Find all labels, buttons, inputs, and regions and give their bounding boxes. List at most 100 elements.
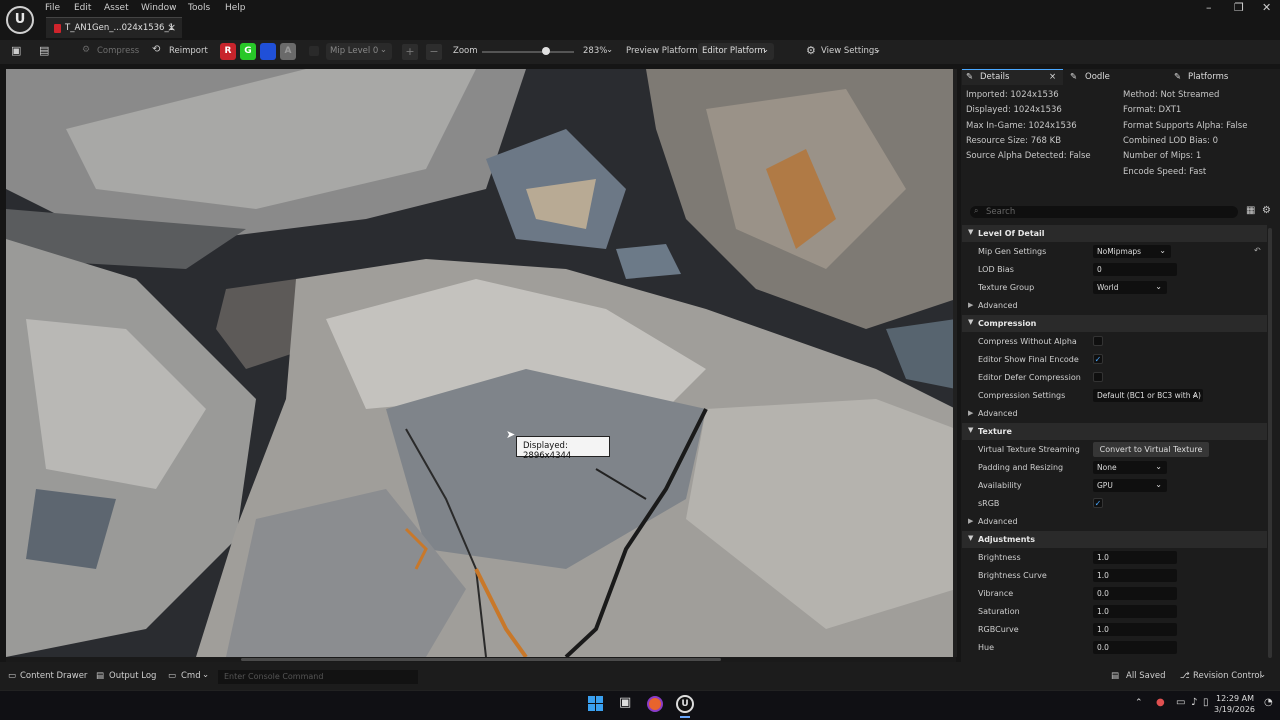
tab-details-label: Details	[980, 72, 1010, 82]
mip-level-value: Mip Level 0	[330, 46, 379, 56]
section-title: Texture	[978, 427, 1012, 436]
tab-platforms[interactable]: Platforms	[1188, 72, 1228, 82]
network-icon[interactable]: ▭	[1176, 697, 1185, 708]
clock-time[interactable]: 12:29 AM	[1216, 694, 1254, 703]
chevron-down-icon[interactable]: ⌄	[202, 670, 209, 680]
chevron-down-icon: ▼	[968, 318, 974, 326]
row-availability: Availability GPU ⌄	[962, 477, 1267, 495]
row-srgb: sRGB ✓	[962, 495, 1267, 513]
convert-to-virtual-texture-button[interactable]: Convert to Virtual Texture	[1093, 442, 1209, 457]
section-adjustments[interactable]: ▼ Adjustments	[962, 531, 1267, 548]
menu-window[interactable]: Window	[141, 3, 177, 13]
compress-without-alpha-checkbox[interactable]	[1093, 336, 1103, 346]
reimport-button[interactable]: Reimport	[169, 46, 208, 56]
all-saved-button[interactable]: All Saved	[1126, 671, 1166, 681]
row-brightness-curve: Brightness Curve 1.0	[962, 567, 1267, 585]
battery-icon[interactable]: ▯	[1203, 697, 1209, 708]
asset-tab[interactable]: T_AN1Gen_...024x1536_1 ×	[46, 17, 182, 38]
mip-increase-button[interactable]: +	[402, 44, 418, 60]
row-brightness: Brightness 1.0	[962, 549, 1267, 567]
task-view-icon[interactable]: ▣	[619, 695, 631, 710]
close-tab-icon[interactable]: ×	[1049, 72, 1056, 82]
compression-settings-dropdown[interactable]: Default (BC1 or BC3 with A) ⌄	[1093, 389, 1203, 402]
row-texture-advanced[interactable]: ▶ Advanced	[962, 513, 1267, 531]
browse-asset-icon[interactable]: ▤	[39, 44, 49, 57]
details-scrollbar[interactable]	[1268, 228, 1272, 658]
preview-platform-dropdown[interactable]: Editor Platform ⌄	[698, 43, 774, 60]
windows-start-icon[interactable]	[588, 696, 604, 712]
notification-icon[interactable]: ◔	[1264, 697, 1273, 708]
srgb-checkbox[interactable]: ✓	[1093, 498, 1103, 508]
menu-file[interactable]: File	[45, 3, 60, 13]
chevron-down-icon[interactable]: ⌄	[874, 45, 881, 55]
channel-b-button[interactable]: B	[260, 43, 276, 60]
reset-arrow-icon[interactable]: ↶	[1254, 246, 1261, 255]
saturation-input[interactable]: 1.0	[1093, 605, 1177, 618]
cmd-dropdown[interactable]: Cmd	[181, 671, 201, 681]
firefox-icon[interactable]	[647, 696, 663, 712]
menu-edit[interactable]: Edit	[74, 3, 91, 13]
brightness-input[interactable]: 1.0	[1093, 551, 1177, 564]
info-format-alpha: Format Supports Alpha: False	[1123, 121, 1248, 131]
menu-tools[interactable]: Tools	[188, 3, 210, 13]
mip-level-dropdown[interactable]: Mip Level 0 ⌄	[326, 43, 392, 60]
volume-icon[interactable]: ♪	[1191, 697, 1197, 708]
view-settings-button[interactable]: View Settings	[821, 46, 879, 56]
table-view-icon[interactable]: ▦	[1246, 205, 1255, 216]
row-compression-settings: Compression Settings Default (BC1 or BC3 …	[962, 387, 1267, 405]
mip-toggle-checkbox[interactable]	[309, 46, 319, 56]
chevron-up-icon[interactable]: ⌃	[1135, 698, 1143, 708]
section-texture[interactable]: ▼ Texture	[962, 423, 1267, 440]
revision-control-button[interactable]: Revision Control	[1193, 671, 1262, 681]
details-search-input[interactable]: Search	[970, 206, 1238, 218]
vibrance-input[interactable]: 0.0	[1093, 587, 1177, 600]
horizontal-scrollbar-thumb[interactable]	[241, 658, 721, 661]
texture-viewport[interactable]	[6, 69, 956, 657]
editor-defer-compression-checkbox[interactable]	[1093, 372, 1103, 382]
editor-show-final-encode-checkbox[interactable]: ✓	[1093, 354, 1103, 364]
menu-help[interactable]: Help	[225, 3, 246, 13]
info-imported: Imported: 1024x1536	[966, 90, 1059, 100]
channel-g-button[interactable]: G	[240, 43, 256, 60]
texture-group-dropdown[interactable]: World ⌄	[1093, 281, 1167, 294]
close-window-icon[interactable]: ✕	[1262, 1, 1271, 14]
clock-date[interactable]: 3/19/2026	[1214, 705, 1255, 714]
channel-r-button[interactable]: R	[220, 43, 236, 60]
padding-label: Padding and Resizing	[978, 463, 1064, 472]
hue-input[interactable]: 0.0	[1093, 641, 1177, 654]
output-log-button[interactable]: Output Log	[109, 671, 156, 681]
mip-gen-dropdown[interactable]: NoMipmaps ⌄	[1093, 245, 1171, 258]
rgbcurve-input[interactable]: 1.0	[1093, 623, 1177, 636]
tab-details[interactable]	[962, 69, 1063, 85]
row-lod-advanced[interactable]: ▶ Advanced	[962, 297, 1267, 315]
section-compression[interactable]: ▼ Compression	[962, 315, 1267, 332]
taskbar	[0, 690, 1280, 720]
gear-icon[interactable]: ⚙	[1262, 205, 1271, 216]
chevron-down-icon[interactable]: ⌄	[1259, 670, 1266, 680]
vertical-scrollbar[interactable]	[953, 69, 957, 657]
availability-dropdown[interactable]: GPU ⌄	[1093, 479, 1167, 492]
save-icon[interactable]: ▣	[11, 44, 21, 57]
close-tab-icon[interactable]: ×	[167, 21, 176, 34]
section-level-of-detail[interactable]: ▼ Level Of Detail	[962, 225, 1267, 242]
platforms-tab-icon: ✎	[1174, 72, 1182, 82]
content-drawer-button[interactable]: Content Drawer	[20, 671, 87, 681]
menu-asset[interactable]: Asset	[104, 3, 129, 13]
brightness-curve-input[interactable]: 1.0	[1093, 569, 1177, 582]
unreal-engine-taskbar-icon[interactable]: U	[676, 695, 694, 713]
unreal-logo-icon[interactable]: U	[6, 6, 34, 34]
maximize-icon[interactable]: ❐	[1234, 1, 1244, 14]
zoom-value[interactable]: 283%	[583, 46, 607, 56]
zoom-slider[interactable]	[482, 51, 574, 53]
chevron-down-icon[interactable]: ⌄	[606, 45, 613, 55]
microphone-icon[interactable]: ●	[1156, 697, 1165, 708]
padding-dropdown[interactable]: None ⌄	[1093, 461, 1167, 474]
channel-a-button[interactable]: A	[280, 43, 296, 60]
console-input[interactable]: Enter Console Command	[218, 670, 418, 684]
mip-decrease-button[interactable]: −	[426, 44, 442, 60]
lod-bias-input[interactable]: 0	[1093, 263, 1177, 276]
compress-button[interactable]: Compress	[97, 46, 139, 56]
tab-oodle[interactable]: Oodle	[1085, 72, 1110, 82]
minimize-icon[interactable]: –	[1206, 1, 1212, 14]
row-compression-advanced[interactable]: ▶ Advanced	[962, 405, 1267, 423]
